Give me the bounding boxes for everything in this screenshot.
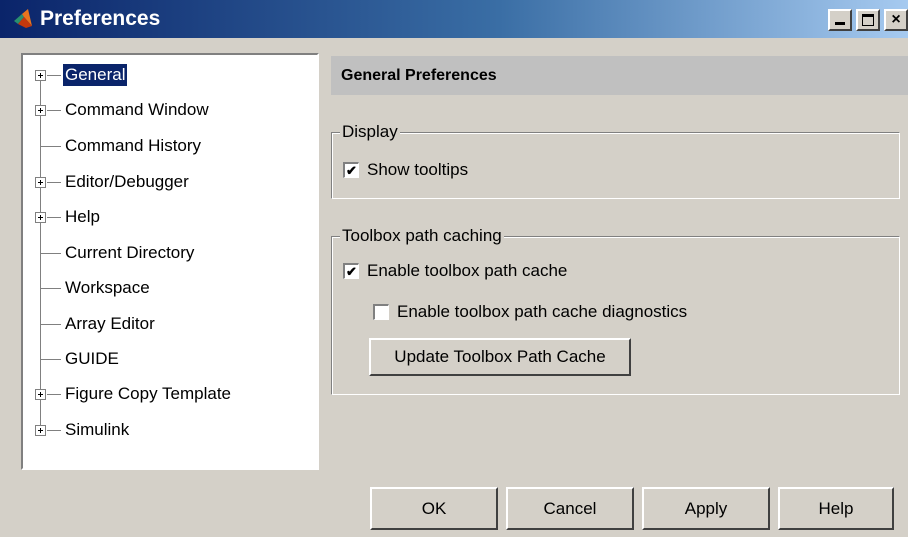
enable-cache-option[interactable]: ✔ Enable toolbox path cache	[343, 261, 567, 281]
tree-item-guide[interactable]: GUIDE	[23, 346, 313, 372]
preferences-tree[interactable]: General Command Window Command History E…	[21, 53, 319, 470]
expand-icon[interactable]	[35, 177, 46, 188]
enable-cache-label: Enable toolbox path cache	[367, 261, 568, 280]
matlab-logo-icon	[14, 9, 32, 28]
expand-icon[interactable]	[35, 389, 46, 400]
preferences-window: Preferences × General Command Window Com…	[0, 0, 908, 537]
tree-item-general[interactable]: General	[23, 62, 313, 88]
tree-item-label: Current Directory	[65, 243, 195, 262]
tree-item-label: Workspace	[65, 278, 150, 297]
tree-item-editor-debugger[interactable]: Editor/Debugger	[23, 169, 313, 195]
expand-icon[interactable]	[35, 105, 46, 116]
maximize-button[interactable]	[856, 9, 880, 31]
tree-item-help[interactable]: Help	[23, 204, 313, 230]
help-button[interactable]: Help	[778, 487, 894, 530]
show-tooltips-option[interactable]: ✔ Show tooltips	[343, 160, 468, 180]
panel-header: General Preferences	[331, 56, 908, 95]
tree-item-label: Editor/Debugger	[65, 172, 189, 191]
show-tooltips-label: Show tooltips	[367, 160, 469, 179]
show-tooltips-checkbox[interactable]: ✔	[343, 162, 359, 178]
apply-button[interactable]: Apply	[642, 487, 770, 530]
tree-item-label: Command History	[65, 136, 202, 155]
tree-item-array-editor[interactable]: Array Editor	[23, 311, 313, 337]
expand-icon[interactable]	[35, 212, 46, 223]
tree-item-label: Command Window	[65, 100, 209, 119]
enable-diagnostics-option[interactable]: Enable toolbox path cache diagnostics	[373, 302, 687, 322]
cancel-button[interactable]: Cancel	[506, 487, 634, 530]
minimize-button[interactable]	[828, 9, 852, 31]
tree-item-simulink[interactable]: Simulink	[23, 417, 313, 443]
enable-cache-checkbox[interactable]: ✔	[343, 263, 359, 279]
enable-diagnostics-checkbox[interactable]	[373, 304, 389, 320]
display-group: Display ✔ Show tooltips	[331, 122, 900, 199]
tree-item-label: Array Editor	[65, 314, 155, 333]
tree-item-command-window[interactable]: Command Window	[23, 97, 313, 123]
ok-button[interactable]: OK	[370, 487, 498, 530]
window-title: Preferences	[40, 7, 161, 30]
update-toolbox-path-cache-button[interactable]: Update Toolbox Path Cache	[369, 338, 631, 376]
tree-item-figure-copy-template[interactable]: Figure Copy Template	[23, 381, 313, 407]
tree-item-label: Simulink	[65, 420, 130, 439]
tree-item-workspace[interactable]: Workspace	[23, 275, 313, 301]
enable-diagnostics-label: Enable toolbox path cache diagnostics	[397, 302, 688, 321]
display-legend: Display	[340, 122, 400, 142]
tree-item-label: GUIDE	[65, 349, 119, 368]
close-button[interactable]: ×	[884, 9, 908, 31]
tree-item-label: General	[61, 63, 129, 87]
title-bar[interactable]: Preferences ×	[0, 0, 908, 38]
toolbox-caching-legend: Toolbox path caching	[340, 226, 504, 246]
toolbox-caching-group: Toolbox path caching ✔ Enable toolbox pa…	[331, 226, 900, 395]
tree-item-current-directory[interactable]: Current Directory	[23, 240, 313, 266]
expand-icon[interactable]	[35, 70, 46, 81]
tree-item-label: Help	[65, 207, 100, 226]
tree-item-label: Figure Copy Template	[65, 384, 231, 403]
tree-item-command-history[interactable]: Command History	[23, 133, 313, 159]
expand-icon[interactable]	[35, 425, 46, 436]
